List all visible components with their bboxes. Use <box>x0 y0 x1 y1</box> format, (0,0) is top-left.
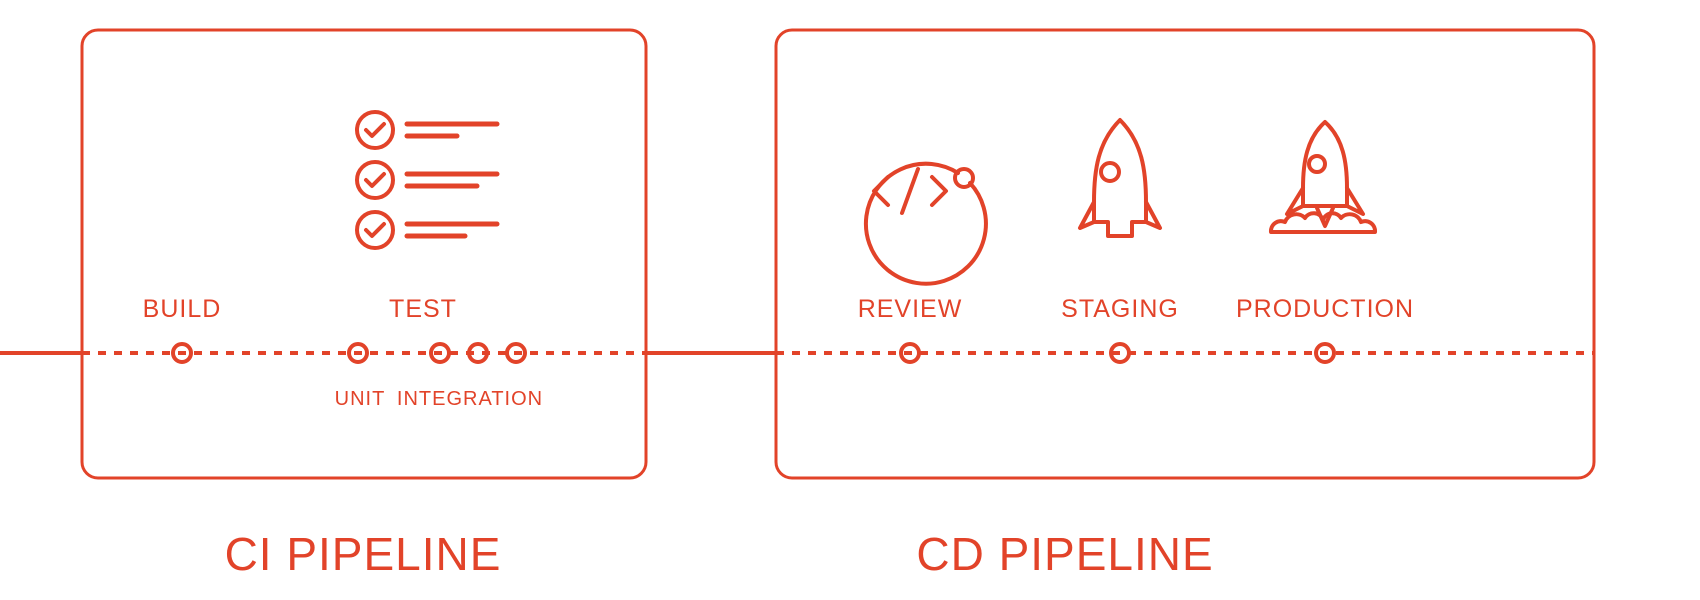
ci-pipeline: CI PIPELINE BUILD <box>82 30 646 580</box>
test-stage-label: TEST <box>389 295 457 323</box>
cd-pipeline: CD PIPELINE REVIEW <box>776 30 1594 580</box>
cd-pipeline-title: CD PIPELINE <box>916 528 1213 580</box>
staging-stage-label: STAGING <box>1061 295 1179 323</box>
cicd-diagram: CI PIPELINE BUILD <box>0 0 1700 600</box>
ci-pipeline-title: CI PIPELINE <box>225 528 502 580</box>
unit-sub-label: UNIT <box>335 388 386 410</box>
cd-pipeline-box <box>776 30 1594 478</box>
rocket-production-icon <box>1271 122 1375 232</box>
ci-pipeline-box <box>82 30 646 478</box>
checklist-icon <box>357 112 497 248</box>
code-review-icon <box>866 164 986 284</box>
production-stage-label: PRODUCTION <box>1236 295 1414 323</box>
integration-sub-label: INTEGRATION <box>397 388 543 410</box>
rocket-staging-icon <box>1080 120 1160 236</box>
pipeline-axis <box>0 344 1594 362</box>
build-stage-label: BUILD <box>143 295 222 323</box>
review-stage-label: REVIEW <box>858 295 963 323</box>
